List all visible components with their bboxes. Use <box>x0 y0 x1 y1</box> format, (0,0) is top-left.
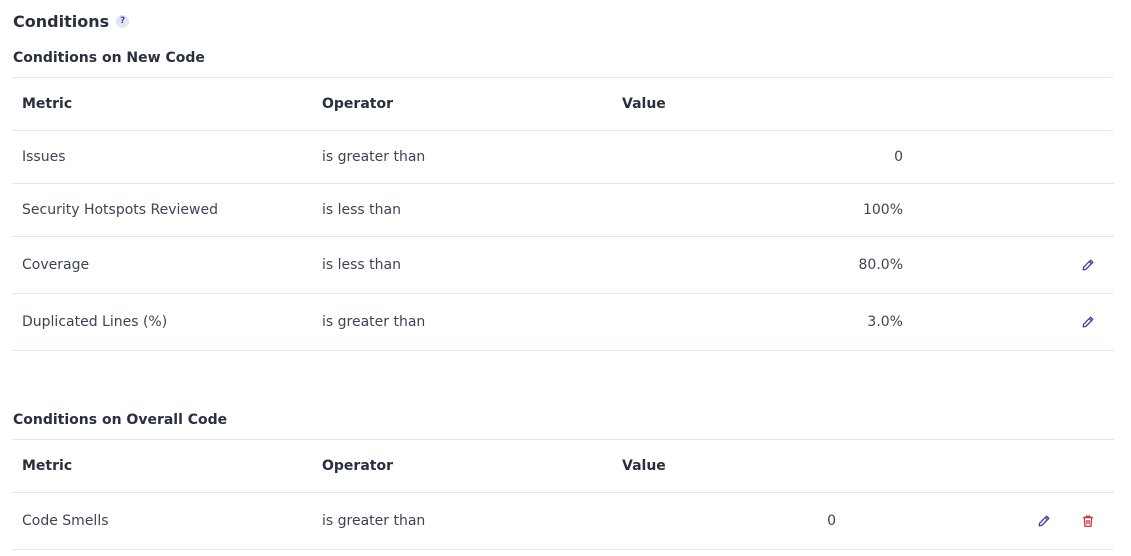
pencil-icon[interactable] <box>1032 509 1056 533</box>
table-row: Issues is greater than 0 <box>13 130 1114 184</box>
trash-icon[interactable] <box>1076 509 1100 533</box>
value-cell: 80.0% <box>858 257 903 273</box>
value-cell: 3.0% <box>867 314 903 330</box>
overall-code-section-title: Conditions on Overall Code <box>13 412 228 428</box>
new-code-section-title: Conditions on New Code <box>13 50 205 66</box>
operator-column-header: Operator <box>322 96 393 112</box>
table-row: Code Smells is greater than 0 <box>13 492 1114 550</box>
metric-cell: Issues <box>22 149 66 165</box>
actions-column-header <box>844 440 1114 493</box>
table-row: Security Hotspots Reviewed is less than … <box>13 183 1114 237</box>
page-title: Conditions <box>13 11 110 31</box>
metric-column-header: Metric <box>22 96 73 112</box>
value-cell: 100% <box>862 202 903 218</box>
new-code-conditions-table: Metric Operator Value Issues is greater … <box>13 77 1114 351</box>
table-row: Coverage is less than 80.0% <box>13 236 1114 294</box>
table-header-row: Metric Operator Value <box>13 77 1114 131</box>
metric-cell: Coverage <box>22 257 90 273</box>
operator-cell: is greater than <box>322 513 426 529</box>
operator-column-header: Operator <box>322 458 393 474</box>
value-cell: 0 <box>827 513 836 529</box>
operator-cell: is greater than <box>322 314 426 330</box>
help-icon[interactable]: ? <box>116 14 130 28</box>
value-cell: 0 <box>894 149 903 165</box>
actions-cell <box>911 237 1114 294</box>
pencil-icon[interactable] <box>1076 253 1100 277</box>
overall-code-conditions-table: Metric Operator Value Code Smells is gre… <box>13 439 1114 550</box>
metric-cell: Duplicated Lines (%) <box>22 314 168 330</box>
actions-cell <box>911 184 1114 237</box>
metric-column-header: Metric <box>22 458 73 474</box>
pencil-icon[interactable] <box>1076 310 1100 334</box>
actions-cell <box>911 294 1114 351</box>
operator-cell: is greater than <box>322 149 426 165</box>
conditions-header: Conditions ? <box>13 10 130 32</box>
table-row: Duplicated Lines (%) is greater than 3.0… <box>13 293 1114 351</box>
value-column-header: Value <box>622 458 666 474</box>
metric-cell: Code Smells <box>22 513 109 529</box>
actions-cell <box>844 493 1114 550</box>
value-column-header: Value <box>622 96 666 112</box>
quality-gate-conditions: Conditions ? Conditions on New Code Metr… <box>0 0 1131 556</box>
actions-column-header <box>911 78 1114 131</box>
operator-cell: is less than <box>322 202 401 218</box>
operator-cell: is less than <box>322 257 401 273</box>
metric-cell: Security Hotspots Reviewed <box>22 202 218 218</box>
actions-cell <box>911 131 1114 184</box>
table-header-row: Metric Operator Value <box>13 439 1114 493</box>
